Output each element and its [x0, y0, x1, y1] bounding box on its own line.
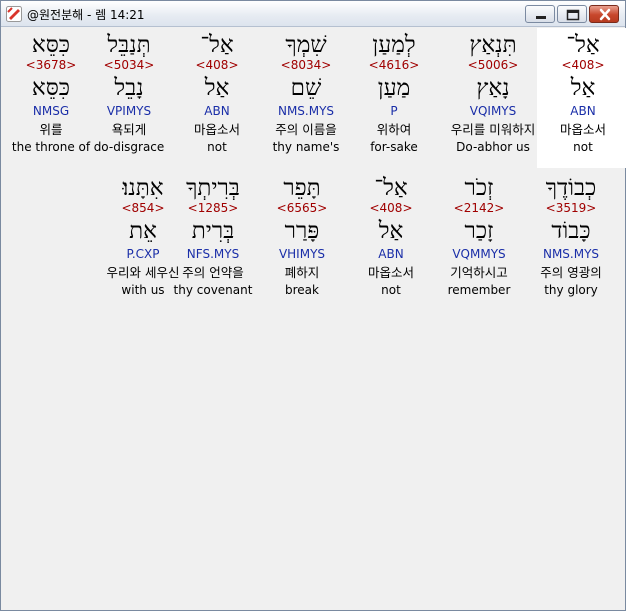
word-cell[interactable]: שִׁמְךָ <8034> שֵׁם NMS.MYS 주의 이름을 thy name's	[260, 28, 352, 168]
word-cell[interactable]: אַל־ <408> אַל ABN 마옵소서 not	[171, 28, 263, 168]
hebrew-surface: אַל־	[374, 175, 408, 201]
analysis-panel: אַל־ <408> אַל ABN 마옵소서 not תִּנְאַץ <5006> נָאַ…	[5, 28, 626, 608]
english-gloss: thy glory	[544, 283, 598, 297]
window-title: @원전분해 - 렘 14:21	[27, 8, 145, 22]
morphology-code: VHIMYS	[278, 247, 326, 261]
hebrew-surface: לְמַעַן	[372, 32, 416, 58]
hebrew-lemma: כִּסֵּא	[31, 75, 71, 101]
hebrew-lemma: אֵת	[129, 218, 157, 244]
morphology-code: P.CXP	[126, 247, 160, 261]
morphology-code: NMSG	[32, 104, 70, 118]
title-bar[interactable]: @원전분해 - 렘 14:21	[1, 1, 625, 27]
korean-gloss: 폐하지	[284, 265, 320, 280]
morphology-code: ABN	[378, 247, 404, 261]
korean-gloss: 우리를 미워하지	[450, 122, 536, 137]
strong-number: <408>	[195, 58, 239, 72]
word-cell[interactable]: תָּפֵר <6565> פָּרַר VHIMYS 폐하지 break	[256, 171, 348, 311]
korean-gloss: 마옵소서	[559, 122, 606, 137]
morphology-code: P	[390, 104, 398, 118]
strong-number: <4616>	[368, 58, 420, 72]
english-gloss: not	[207, 140, 227, 154]
korean-gloss: 위를	[39, 122, 63, 137]
english-gloss: thy name's	[272, 140, 340, 154]
strong-number: <6565>	[276, 201, 328, 215]
maximize-button[interactable]	[557, 5, 587, 23]
minimize-button[interactable]	[525, 5, 555, 23]
hebrew-surface: אִתָּנוּ׃	[122, 175, 164, 201]
korean-gloss: 우리와 세우신	[106, 265, 180, 280]
word-cell[interactable]: אַל־ <408> אַל ABN 마옵소서 not	[345, 171, 437, 311]
hebrew-lemma: שֵׁם	[290, 75, 322, 101]
strong-number: <2142>	[453, 201, 505, 215]
app-icon[interactable]	[6, 6, 22, 22]
strong-number: <3519>	[545, 201, 597, 215]
hebrew-lemma: נָאַץ	[476, 75, 510, 101]
korean-gloss: 마옵소서	[367, 265, 414, 280]
minimize-icon	[536, 16, 546, 19]
word-cell[interactable]: כִּסֵּא <3678> כִּסֵּא NMSG 위를 the throne of	[5, 28, 97, 168]
close-button[interactable]	[589, 5, 619, 23]
word-cell[interactable]: אִתָּנוּ׃ <854> אֵת P.CXP 우리와 세우신 with us	[97, 171, 189, 311]
hebrew-lemma: כָּבוֹד	[551, 218, 591, 244]
english-gloss: break	[285, 283, 319, 297]
strong-number: <408>	[369, 201, 413, 215]
korean-gloss: 주의 이름을	[275, 122, 337, 137]
maximize-icon	[566, 9, 580, 21]
morphology-code: NMS.MYS	[277, 104, 335, 118]
word-cell[interactable]: אַל־ <408> אַל ABN 마옵소서 not	[537, 28, 626, 168]
hebrew-surface: אַל־	[200, 32, 234, 58]
hebrew-lemma: אַל	[378, 218, 404, 244]
english-gloss: with us	[121, 283, 165, 297]
word-cell[interactable]: תִּנְאַץ <5006> נָאַץ VQIMYS 우리를 미워하지 Do-abho…	[447, 28, 539, 168]
app-window: @원전분해 - 렘 14:21 אַל־ <408> אַל ABN 마옵소서 not תִ…	[0, 0, 626, 611]
word-cell[interactable]: לְמַעַן <4616> מַעַן P 위하여 for-sake	[348, 28, 440, 168]
morphology-code: VQMMYS	[452, 247, 506, 261]
morphology-code: ABN	[570, 104, 596, 118]
hebrew-surface: שִׁמְךָ	[285, 32, 327, 58]
strong-number: <5006>	[467, 58, 519, 72]
morphology-code: VQIMYS	[469, 104, 517, 118]
korean-gloss: 위하여	[376, 122, 412, 137]
english-gloss: Do-abhor us	[456, 140, 530, 154]
morphology-code: ABN	[204, 104, 230, 118]
hebrew-surface: כִּסֵּא	[31, 32, 71, 58]
strong-number: <8034>	[280, 58, 332, 72]
hebrew-lemma: פָּרַר	[284, 218, 320, 244]
korean-gloss: 주의 영광의	[540, 265, 602, 280]
word-cell[interactable]: זְכֹר <2142> זָכַר VQMMYS 기억하시고 remember	[433, 171, 525, 311]
hebrew-surface: אַל־	[566, 32, 600, 58]
close-icon	[599, 8, 611, 21]
korean-gloss: 기억하시고	[450, 265, 508, 280]
morphology-code: NMS.MYS	[542, 247, 600, 261]
hebrew-surface: תִּנְאַץ	[469, 32, 517, 58]
hebrew-surface: זְכֹר	[464, 175, 494, 201]
korean-gloss: 마옵소서	[193, 122, 240, 137]
english-gloss: the throne of	[11, 140, 91, 154]
hebrew-lemma: זָכַר	[464, 218, 494, 244]
hebrew-lemma: אַל	[570, 75, 596, 101]
english-gloss: remember	[447, 283, 511, 297]
hebrew-surface: כְבוֹדֶךָ	[545, 175, 597, 201]
hebrew-lemma: מַעַן	[377, 75, 411, 101]
strong-number: <3678>	[25, 58, 77, 72]
hebrew-surface: תָּפֵר	[283, 175, 321, 201]
strong-number: <854>	[121, 201, 165, 215]
english-gloss: for-sake	[370, 140, 418, 154]
english-gloss: not	[573, 140, 593, 154]
hebrew-lemma: אַל	[204, 75, 230, 101]
english-gloss: not	[381, 283, 401, 297]
word-cell[interactable]: כְבוֹדֶךָ <3519> כָּבוֹד NMS.MYS 주의 영광의 thy g…	[525, 171, 617, 311]
strong-number: <408>	[561, 58, 605, 72]
